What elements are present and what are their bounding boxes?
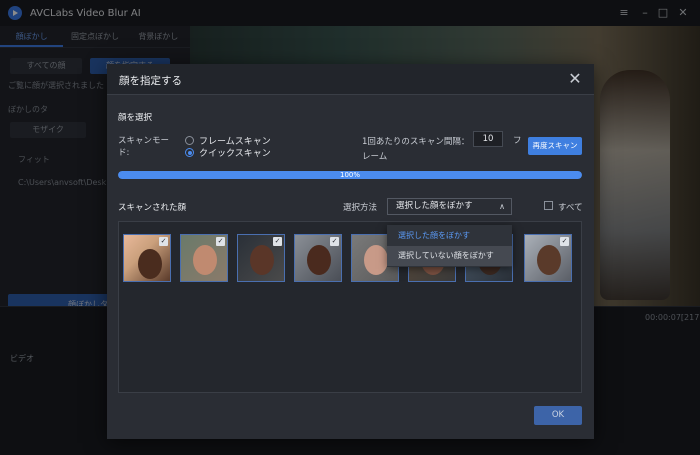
section-select-faces: 顔を選択 bbox=[118, 113, 153, 123]
progress-text: 100% bbox=[339, 171, 360, 179]
interval-unit-1: フ bbox=[513, 136, 522, 146]
face-thumbnail[interactable]: ✓ bbox=[237, 234, 285, 282]
dropdown-option-blur-unselected[interactable]: 選択していない顔をぼかす bbox=[387, 246, 512, 266]
quick-scan-radio[interactable] bbox=[185, 148, 194, 157]
face-checkbox[interactable]: ✓ bbox=[159, 237, 168, 246]
face-thumbnail[interactable]: ✓ bbox=[294, 234, 342, 282]
close-dialog-icon[interactable]: ✕ bbox=[566, 70, 584, 88]
interval-label: 1回あたりのスキャン間隔： bbox=[362, 137, 470, 147]
scan-progress-bar: 100% bbox=[118, 171, 582, 179]
dialog-title: 顔を指定する bbox=[119, 75, 182, 87]
frame-scan-radio[interactable] bbox=[185, 136, 194, 145]
face-checkbox[interactable]: ✓ bbox=[330, 237, 339, 246]
dropdown-option-blur-selected[interactable]: 選択した顔をぼかす bbox=[387, 226, 512, 246]
face-thumbnail[interactable]: ✓ bbox=[524, 234, 572, 282]
scan-mode-label-line2: ド: bbox=[118, 148, 130, 158]
method-select[interactable]: 選択した顔をぼかす ∧ bbox=[387, 198, 512, 215]
chevron-up-icon: ∧ bbox=[499, 202, 505, 211]
face-thumbnail[interactable]: ✓ bbox=[180, 234, 228, 282]
dialog-header: 顔を指定する ✕ bbox=[107, 64, 594, 95]
face-checkbox[interactable]: ✓ bbox=[560, 237, 569, 246]
select-all-checkbox[interactable] bbox=[544, 201, 553, 210]
ok-button[interactable]: OK bbox=[534, 406, 582, 425]
quick-scan-label[interactable]: クイックスキャン bbox=[199, 146, 271, 159]
face-checkbox[interactable]: ✓ bbox=[273, 237, 282, 246]
face-checkbox[interactable]: ✓ bbox=[216, 237, 225, 246]
scan-interval-input[interactable]: 10 bbox=[473, 131, 503, 147]
scanned-faces-label: スキャンされた顔 bbox=[118, 203, 187, 213]
select-all-label[interactable]: すべて bbox=[558, 201, 583, 213]
method-selected-value: 選択した顔をぼかす bbox=[396, 201, 473, 211]
faces-grid: ✓ ✓ ✓ ✓ ✓ bbox=[118, 221, 582, 393]
app-window: AVCLabs Video Blur AI ≡ – □ ✕ 顔ぼかし 固定点ぼか… bbox=[0, 0, 700, 455]
scan-mode-label-line1: スキャンモー bbox=[118, 136, 170, 146]
face-thumbnail[interactable]: ✓ bbox=[123, 234, 171, 282]
rescan-button[interactable]: 再度スキャン bbox=[528, 137, 582, 155]
method-label: 選択方法 bbox=[343, 203, 378, 213]
select-faces-dialog: 顔を指定する ✕ 顔を選択 スキャンモー ド: フレームスキャン クイックスキャ… bbox=[107, 64, 594, 439]
method-dropdown-menu: 選択した顔をぼかす 選択していない顔をぼかす bbox=[387, 225, 512, 267]
interval-unit-2: レーム bbox=[362, 152, 388, 162]
